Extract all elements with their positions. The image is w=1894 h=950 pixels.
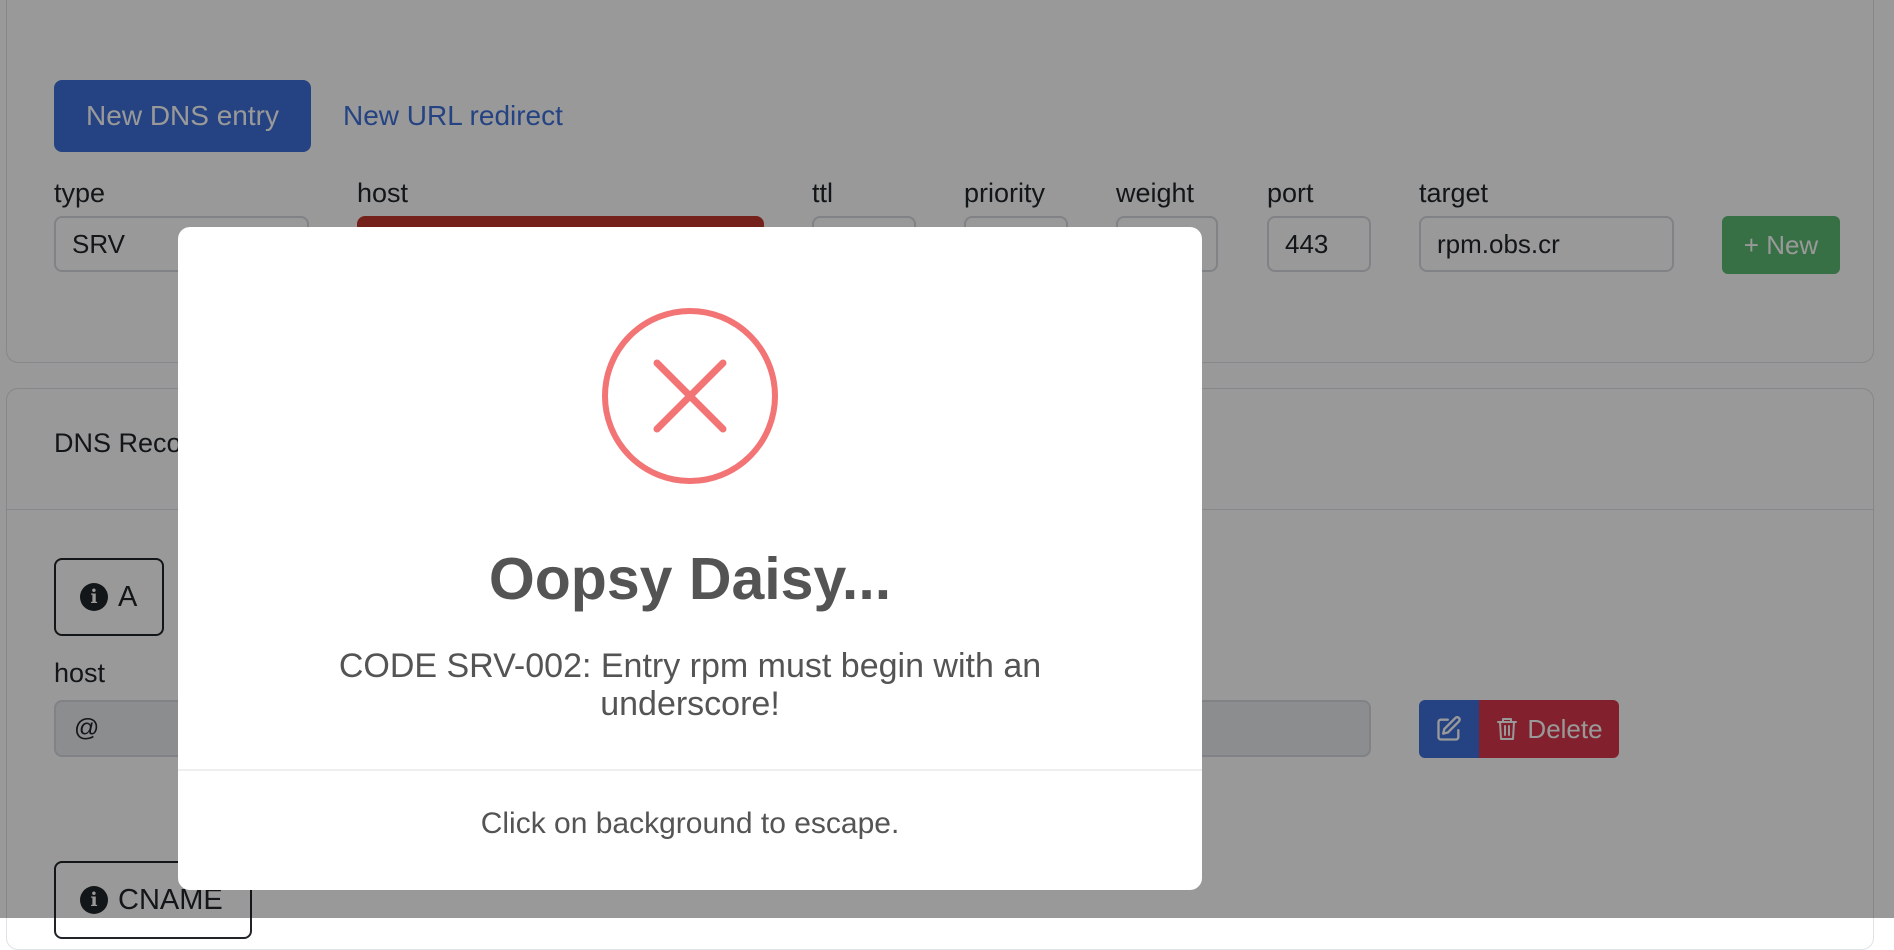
modal-title: Oopsy Daisy...: [488, 546, 892, 612]
modal-divider: [178, 769, 1202, 771]
modal-footer-hint: Click on background to escape.: [480, 807, 900, 840]
error-x-icon: [602, 308, 778, 484]
modal-message: CODE SRV-002: Entry rpm must begin with …: [338, 647, 1042, 723]
error-modal: Oopsy Daisy... CODE SRV-002: Entry rpm m…: [178, 227, 1202, 890]
